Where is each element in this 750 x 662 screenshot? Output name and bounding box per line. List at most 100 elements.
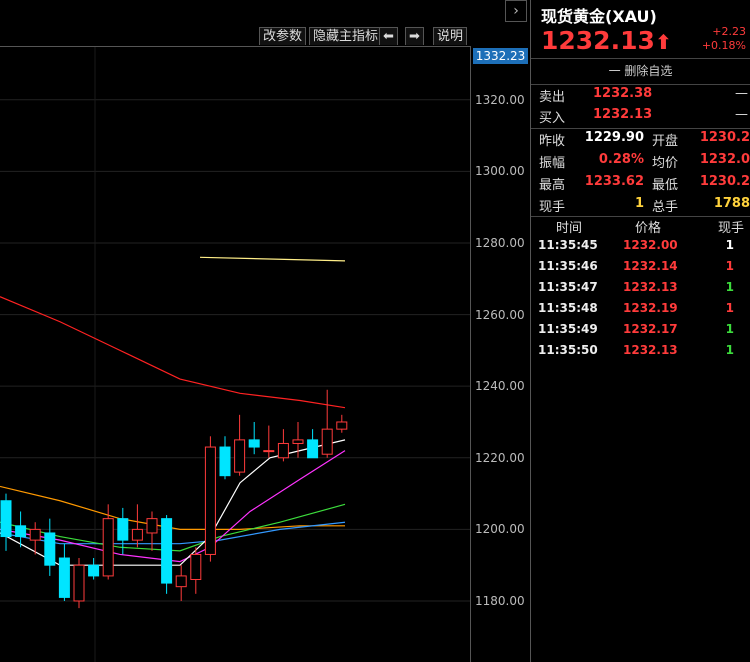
price-axis-tick: 1280.00 [475, 235, 525, 250]
candle-body [277, 442, 289, 459]
moving-average-line [0, 485, 345, 530]
candle-body [29, 528, 41, 541]
price-axis-tick: 1220.00 [475, 450, 525, 465]
candle-body [102, 518, 114, 577]
high-value: 1233.62 [584, 174, 644, 189]
candle-body [204, 446, 216, 555]
collapse-panel-button[interactable]: › [505, 0, 527, 22]
tick-price-header: 价格 [635, 221, 662, 236]
up-arrow-icon: ⬆ [655, 30, 672, 54]
buy-volume: — [735, 107, 748, 122]
prev-close-value: 1229.90 [584, 130, 644, 145]
price-axis-tick: 1180.00 [475, 593, 525, 608]
current-price-tag: 1332.23 [473, 48, 528, 64]
last-price: 1232.13 [541, 26, 655, 55]
tick-table-header: 时间 价格 现手 [531, 217, 750, 238]
stats-row-2: 振幅 0.28% 均价 1232.0 [531, 152, 750, 173]
hide-main-indicator-button[interactable]: 隐藏主指标 [309, 27, 383, 45]
candle-body [248, 439, 260, 448]
price-axis-tick: 1320.00 [475, 92, 525, 107]
change-params-button[interactable]: 改参数 [259, 27, 307, 45]
tick-price: 1232.13 [623, 343, 678, 357]
tick-price: 1232.19 [623, 301, 678, 315]
candle-body [336, 421, 348, 430]
tick-time: 11:35:47 [538, 280, 598, 294]
open-value: 1230.2 [699, 130, 750, 145]
kline-chart-area[interactable]: 改参数 隐藏主指标 ⬅ ➡ 说明 1332.23 1320.00 1300.00 1… [0, 0, 530, 662]
prev-close-label: 昨收 [539, 134, 566, 149]
sell-price: 1232.38 [593, 86, 653, 101]
open-label: 开盘 [652, 134, 679, 149]
candle-body [146, 518, 158, 534]
candle-body [0, 500, 12, 538]
arrow-right-icon: ➡ [409, 29, 420, 44]
candle-body [234, 439, 246, 473]
arrow-left-icon: ⬅ [383, 29, 394, 44]
buy-label: 买入 [539, 111, 566, 126]
stats-row-3: 最高 1233.62 最低 1230.2 [531, 174, 750, 195]
scroll-left-button[interactable]: ⬅ [379, 27, 398, 45]
price-axis-tick: 1260.00 [475, 307, 525, 322]
low-label: 最低 [652, 178, 679, 193]
total-volume-label: 总手 [652, 200, 679, 215]
candle-body [73, 564, 85, 602]
candle-body [117, 518, 129, 541]
tick-volume: 1 [725, 301, 734, 315]
candle-body [88, 564, 100, 577]
tick-price: 1232.13 [623, 280, 678, 294]
candle-body [307, 439, 319, 459]
candle-body [131, 528, 143, 541]
moving-average-line [199, 256, 346, 262]
quote-panel: 现货黄金(XAU) 1232.13 ⬆ +2.23 +0.18% 一 删除自选 … [531, 0, 750, 662]
tick-time: 11:35:48 [538, 301, 598, 315]
tick-volume: 1 [725, 280, 734, 294]
tick-time: 11:35:49 [538, 322, 598, 336]
candle-body [263, 450, 275, 453]
amplitude-value: 0.28% [598, 152, 644, 167]
kline-chart[interactable] [0, 0, 470, 662]
high-label: 最高 [539, 178, 566, 193]
chevron-right-icon: › [513, 3, 519, 19]
tick-volume: 1 [725, 343, 734, 357]
price-change: +2.23 [712, 25, 746, 38]
tick-volume: 1 [725, 322, 734, 336]
sell-volume: — [735, 86, 748, 101]
tick-price: 1232.14 [623, 259, 678, 273]
price-axis-tick: 1240.00 [475, 379, 525, 394]
candle-body [58, 557, 70, 598]
candle-body [219, 446, 231, 477]
tick-volume: 1 [725, 259, 734, 273]
candle-body [175, 575, 187, 588]
stats-row-1: 昨收 1229.90 开盘 1230.2 [531, 130, 750, 151]
price-change-percent: +0.18% [701, 39, 746, 52]
current-volume-value: 1 [634, 196, 644, 211]
divider [531, 84, 750, 85]
tick-time: 11:35:46 [538, 259, 598, 273]
avg-label: 均价 [652, 156, 679, 171]
stats-row-4: 现手 1 总手 1788 [531, 196, 750, 217]
chart-toolbar: 改参数 隐藏主指标 ⬅ ➡ 说明 [0, 26, 470, 47]
current-volume-label: 现手 [539, 200, 566, 215]
buy-price: 1232.13 [593, 107, 653, 122]
candle-body [321, 428, 333, 455]
amplitude-label: 振幅 [539, 156, 566, 171]
candle-body [161, 518, 173, 584]
tick-time: 11:35:50 [538, 343, 598, 357]
price-axis-tick: 1200.00 [475, 522, 525, 537]
tick-volume: 1 [725, 238, 734, 252]
help-button[interactable]: 说明 [433, 27, 468, 45]
scroll-right-button[interactable]: ➡ [405, 27, 424, 45]
total-volume-value: 1788 [713, 196, 750, 211]
remove-watchlist-button[interactable]: 一 删除自选 [531, 59, 750, 83]
tick-price: 1232.17 [623, 322, 678, 336]
price-axis-tick: 1300.00 [475, 164, 525, 179]
price-axis-line [470, 46, 471, 662]
buy-row: 买入 1232.13 — [531, 107, 750, 128]
candle-body [15, 525, 27, 538]
sell-row: 卖出 1232.38 — [531, 86, 750, 107]
candle-body [190, 553, 202, 581]
tick-time: 11:35:45 [538, 238, 598, 252]
low-value: 1230.2 [699, 174, 750, 189]
tick-volume-header: 现手 [717, 221, 744, 236]
candle-body [44, 532, 56, 566]
